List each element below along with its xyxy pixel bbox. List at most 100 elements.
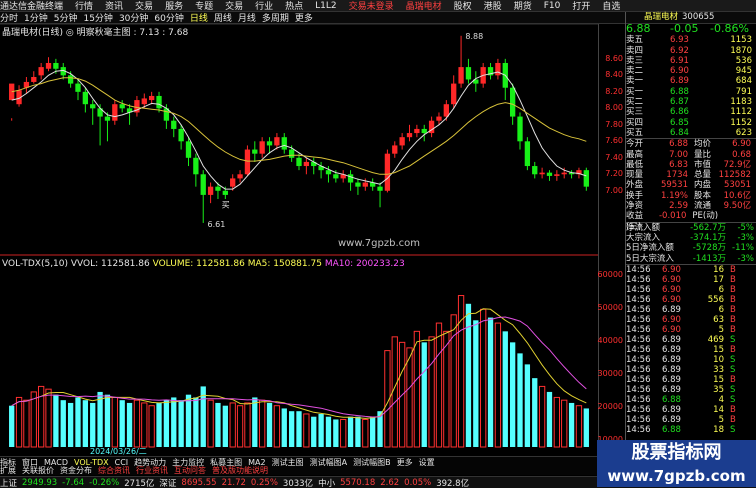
tick-time: 14:56	[626, 415, 662, 425]
volume-bar	[97, 392, 102, 447]
volume-bar	[326, 417, 331, 447]
stat-row: 换手1.19%股本10.6亿	[626, 191, 756, 201]
tick-price: 6.89	[662, 375, 696, 385]
tick-side: B	[730, 295, 736, 305]
tick-side: S	[730, 335, 735, 345]
tick-price: 6.89	[662, 355, 696, 365]
ask-row[interactable]: 卖三6.91536	[626, 56, 756, 66]
candle-body	[444, 104, 449, 116]
bid-row-label: 买一	[626, 87, 670, 97]
volume-bar	[156, 403, 161, 447]
volume-bar	[164, 400, 169, 447]
stat-value: 1734	[658, 170, 688, 180]
info-tab-1[interactable]: 关联报价	[22, 466, 54, 475]
tick-side: B	[730, 275, 736, 285]
volume-bar	[495, 323, 500, 447]
tick-time: 14:56	[626, 365, 662, 375]
volume-bar	[105, 395, 110, 447]
info-tab-4[interactable]: 行业资讯	[136, 466, 168, 475]
bid-row[interactable]: 买一6.88791	[626, 87, 756, 97]
info-tab-5[interactable]: 互动问答	[174, 466, 206, 475]
stat-label: 今开	[626, 139, 658, 149]
candle-body	[75, 84, 80, 92]
ask-row-qty: 1870	[712, 46, 752, 56]
index-name[interactable]: 深证	[159, 477, 176, 488]
tick-price: 6.90	[662, 275, 696, 285]
ask-row-qty: 945	[712, 66, 752, 76]
index-name[interactable]: 中小	[318, 477, 335, 488]
flow-value: -562.7万	[684, 223, 726, 233]
volume-bar	[532, 378, 537, 447]
volume-tick: 20000	[598, 402, 623, 411]
info-tab-6[interactable]: 普及版功能说明	[212, 466, 268, 475]
volume-bar	[414, 331, 419, 447]
title-right-5[interactable]: 自选	[602, 0, 620, 12]
candle-body	[68, 75, 73, 83]
bid-row-price: 6.88	[670, 87, 712, 97]
stat-label: 外盘	[626, 180, 658, 190]
volume-bar	[333, 419, 338, 447]
volume-tick: 30000	[598, 369, 623, 378]
candle-body	[539, 173, 544, 175]
candle-body	[90, 104, 95, 108]
volume-bar	[68, 403, 73, 447]
candle-body	[156, 96, 161, 108]
tick-row: 14:566.8914B	[626, 405, 756, 415]
tick-time: 14:56	[626, 355, 662, 365]
ask-row-label: 卖二	[626, 66, 670, 76]
candle-body	[436, 117, 441, 121]
ask-row-label: 卖四	[626, 46, 670, 56]
ask-row-label: 卖一	[626, 76, 670, 86]
side-stock-code: 300655	[682, 12, 714, 22]
candle-body	[274, 137, 279, 145]
bid-row[interactable]: 买二6.871183	[626, 97, 756, 107]
volume-bar	[370, 417, 375, 447]
volume-bar	[53, 395, 58, 447]
stat-value: -0.010	[657, 211, 686, 221]
volume-bar	[407, 348, 412, 447]
info-tab-0[interactable]: 扩展	[0, 466, 16, 475]
bid-row[interactable]: 买五6.84623	[626, 128, 756, 138]
stat-value: 9.50亿	[711, 201, 751, 211]
volume-bar	[422, 342, 427, 447]
volume-bar	[341, 419, 346, 447]
ask-row[interactable]: 卖四6.921870	[626, 46, 756, 56]
stat-label: 总量	[694, 170, 711, 180]
candle-body	[562, 173, 567, 175]
bid-row[interactable]: 买四6.851152	[626, 118, 756, 128]
watermark-text: www.7gpzb.com	[338, 238, 420, 249]
candle-body	[245, 150, 250, 175]
volume-bar	[503, 331, 508, 447]
tick-price: 6.88	[662, 395, 696, 405]
candle-body	[289, 150, 294, 158]
tick-row: 14:566.8935S	[626, 385, 756, 395]
tick-side: B	[730, 285, 736, 295]
candle-body	[178, 129, 183, 141]
ask-row[interactable]: 卖一6.89684	[626, 76, 756, 86]
tick-side: B	[730, 375, 736, 385]
tick-row: 14:566.90556B	[626, 295, 756, 305]
info-tab-2[interactable]: 资金分布	[60, 466, 92, 475]
ask-row-price: 6.92	[670, 46, 712, 56]
price-tick: 7.20	[605, 169, 623, 178]
stat-value: 1.19%	[658, 191, 688, 201]
volume-bar	[16, 397, 21, 447]
index-name[interactable]: 上证	[0, 477, 17, 488]
bid-row[interactable]: 买三6.861112	[626, 107, 756, 117]
ask-row[interactable]: 卖二6.90945	[626, 66, 756, 76]
volume-bar	[363, 419, 368, 447]
volume-bar	[83, 400, 88, 447]
tick-time: 14:56	[626, 335, 662, 345]
ask-row[interactable]: 卖五6.931153	[626, 35, 756, 45]
flow-pct: -11%	[726, 243, 754, 253]
volume-bar	[90, 403, 95, 447]
tick-qty: 33	[696, 365, 724, 375]
stat-row: 最高7.00量比0.68	[626, 150, 756, 160]
candle-body	[377, 187, 382, 191]
site-logo-title: 股票指标网	[597, 440, 756, 466]
price-tick: 8.60	[605, 54, 623, 63]
kline-chart[interactable]: 8.886.61买2024/03/26/二	[0, 0, 598, 455]
info-tab-3[interactable]: 综合资讯	[98, 466, 130, 475]
flow-value: -1413万	[684, 254, 726, 264]
volume-bar	[134, 400, 139, 447]
